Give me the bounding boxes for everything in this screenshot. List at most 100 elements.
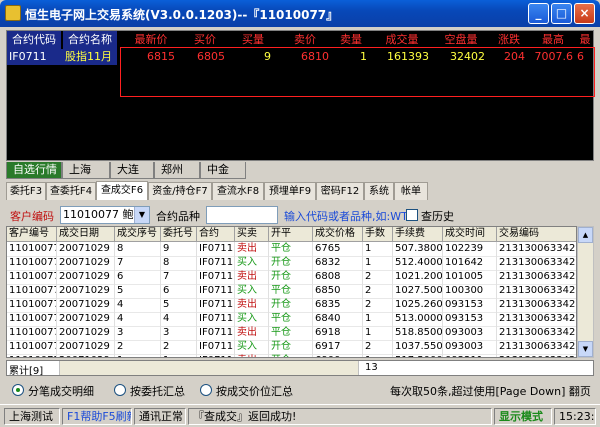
cell-trade-seq: 8 bbox=[115, 242, 161, 257]
col-contract[interactable]: 合约 bbox=[197, 227, 235, 242]
cell-side: 卖出 bbox=[235, 242, 269, 257]
cell-trade-time: 093153 bbox=[443, 312, 497, 327]
quote-header-cell[interactable]: 合约名称 bbox=[63, 31, 117, 49]
table-row[interactable]: 11010077 20071029 7 8 IF0711 买入 开仓 6832 1 512.400… bbox=[7, 256, 576, 271]
tab-order[interactable]: 委托F3 bbox=[6, 182, 46, 200]
history-checkbox[interactable] bbox=[406, 209, 418, 221]
status-mode[interactable]: 显示模式 bbox=[494, 408, 552, 425]
cell-trade-time: 093003 bbox=[443, 326, 497, 341]
cell-client-id: 11010077 bbox=[7, 270, 57, 285]
tab-password[interactable]: 密码F12 bbox=[316, 182, 364, 200]
radio-detail-label[interactable]: 分笔成交明细 bbox=[28, 383, 94, 399]
cell-trade-date: 20071029 bbox=[57, 354, 115, 357]
quote-panel[interactable]: 合约代码 合约名称 最新价 买价 买量 卖价 卖量 成交量 空盘量 涨跌 最高 … bbox=[6, 30, 595, 161]
radio-by-order-label[interactable]: 按委托汇总 bbox=[130, 383, 185, 399]
maximize-button[interactable]: □ bbox=[551, 3, 572, 24]
tab-zhengzhou[interactable]: 郑州 bbox=[154, 162, 200, 179]
vertical-scrollbar[interactable]: ▲ ▼ bbox=[577, 226, 594, 358]
cell-side: 买入 bbox=[235, 256, 269, 271]
col-order-no[interactable]: 委托号 bbox=[161, 227, 197, 242]
table-row[interactable]: 11010077 20071029 2 2 IF0711 买入 开仓 6917 2 1037.55… bbox=[7, 340, 576, 355]
cell-open-close: 开仓 bbox=[269, 256, 313, 271]
cell-contract: IF0711 bbox=[197, 340, 235, 355]
col-side[interactable]: 买卖 bbox=[235, 227, 269, 242]
cell-trade-date: 20071029 bbox=[57, 340, 115, 355]
table-row[interactable]: 11010077 20071029 8 9 IF0711 卖出 平仓 6765 1 507.380… bbox=[7, 242, 576, 257]
minimize-button[interactable]: _ bbox=[528, 3, 549, 24]
col-client-id[interactable]: 客户编号 bbox=[7, 227, 57, 242]
tab-funds-positions[interactable]: 资金/持仓F7 bbox=[148, 182, 212, 200]
tab-shanghai[interactable]: 上海 bbox=[62, 162, 110, 179]
chevron-down-icon[interactable]: ▼ bbox=[134, 207, 149, 223]
title-bar: 恒生电子网上交易系统(V3.0.0.1203)--『11010077』 _ □ … bbox=[0, 0, 600, 27]
col-trade-date[interactable]: 成交日期 bbox=[57, 227, 115, 242]
quote-highlight-box bbox=[120, 47, 595, 97]
scroll-up-icon[interactable]: ▲ bbox=[578, 227, 593, 243]
cell-trade-code: 213130063342 bbox=[497, 340, 576, 355]
radio-by-order[interactable] bbox=[114, 384, 126, 396]
table-row[interactable]: 11010077 20071029 5 6 IF0711 买入 平仓 6850 2 1027.50… bbox=[7, 284, 576, 299]
table-row[interactable]: 11010077 20071029 3 3 IF0711 卖出 平仓 6918 1 518.850… bbox=[7, 326, 576, 341]
cell-open-close: 平仓 bbox=[269, 326, 313, 341]
cell-open-close: 开仓 bbox=[269, 298, 313, 313]
tab-dalian[interactable]: 大连 bbox=[110, 162, 154, 179]
cell-trade-seq: 5 bbox=[115, 284, 161, 299]
trades-grid[interactable]: 客户编号 成交日期 成交序号 委托号 合约 买卖 开平 成交价格 手数 手续费 … bbox=[6, 226, 577, 358]
scroll-down-icon[interactable]: ▼ bbox=[578, 341, 593, 357]
summary-lots: 13 bbox=[365, 362, 378, 373]
cell-order-no: 4 bbox=[161, 312, 197, 327]
table-row[interactable]: 11010077 20071029 4 5 IF0711 卖出 开仓 6835 2 1025.26… bbox=[7, 298, 576, 313]
radio-detail[interactable] bbox=[12, 384, 24, 396]
close-button[interactable]: × bbox=[574, 3, 595, 24]
cell-fee: 507.3800 bbox=[393, 242, 443, 257]
radio-by-price[interactable] bbox=[200, 384, 212, 396]
tab-query-orders[interactable]: 查委托F4 bbox=[46, 182, 96, 200]
cell-client-id: 11010077 bbox=[7, 354, 57, 357]
cell-contract: IF0711 bbox=[197, 270, 235, 285]
cell-client-id: 11010077 bbox=[7, 284, 57, 299]
col-open-close[interactable]: 开平 bbox=[269, 227, 313, 242]
product-input[interactable] bbox=[206, 206, 278, 224]
tab-system[interactable]: 系统 bbox=[364, 182, 394, 200]
cell-contract: IF0711 bbox=[197, 326, 235, 341]
col-fee[interactable]: 手续费 bbox=[393, 227, 443, 242]
tab-preset-orders[interactable]: 预埋单F9 bbox=[264, 182, 316, 200]
cell-client-id: 11010077 bbox=[7, 256, 57, 271]
summary-mode-options: 分笔成交明细 按委托汇总 按成交价位汇总 每次取50条,超过使用[Page Do… bbox=[6, 381, 594, 401]
cell-side: 买入 bbox=[235, 284, 269, 299]
horizontal-scrollbar[interactable] bbox=[59, 361, 359, 375]
status-bar: 上海测试 F1帮助F5刷新 通讯正常 『查成交』返回成功! 显示模式 15:23… bbox=[0, 404, 600, 427]
cell-open-close: 开仓 bbox=[269, 340, 313, 355]
col-price[interactable]: 成交价格 bbox=[313, 227, 363, 242]
product-label: 合约品种 bbox=[156, 210, 200, 223]
cell-trade-seq: 2 bbox=[115, 340, 161, 355]
cell-price: 6835 bbox=[313, 298, 363, 313]
tab-watchlist[interactable]: 自选行情 bbox=[6, 162, 62, 179]
cell-trade-date: 20071029 bbox=[57, 298, 115, 313]
client-code-select[interactable]: 11010077 鲍鎏 ▼ bbox=[60, 206, 150, 224]
cell-lots: 2 bbox=[363, 270, 393, 285]
table-row[interactable]: 11010077 20071029 6 7 IF0711 卖出 开仓 6808 2 1021.20… bbox=[7, 270, 576, 285]
tab-statement[interactable]: 帐单 bbox=[394, 182, 428, 200]
tab-query-trades[interactable]: 查成交F6 bbox=[96, 181, 148, 200]
tab-cffex[interactable]: 中金 bbox=[200, 162, 246, 179]
cell-price: 6850 bbox=[313, 284, 363, 299]
cell-lots: 1 bbox=[363, 326, 393, 341]
cell-order-no: 6 bbox=[161, 284, 197, 299]
cell-trade-date: 20071029 bbox=[57, 270, 115, 285]
cell-trade-date: 20071029 bbox=[57, 256, 115, 271]
cell-trade-time: 100300 bbox=[443, 284, 497, 299]
table-row[interactable]: 11010077 20071029 4 4 IF0711 买入 平仓 6840 1 513.000… bbox=[7, 312, 576, 327]
summary-count: 累计[9] bbox=[9, 366, 44, 377]
radio-by-price-label[interactable]: 按成交价位汇总 bbox=[216, 383, 293, 399]
cell-trade-time: 101642 bbox=[443, 256, 497, 271]
col-trade-code[interactable]: 交易编码 bbox=[497, 227, 576, 242]
tab-query-flow[interactable]: 查流水F8 bbox=[212, 182, 264, 200]
quote-name: 股指11月 bbox=[65, 50, 112, 63]
window-title: 恒生电子网上交易系统(V3.0.0.1203)--『11010077』 bbox=[25, 8, 339, 22]
col-lots[interactable]: 手数 bbox=[363, 227, 393, 242]
col-trade-seq[interactable]: 成交序号 bbox=[115, 227, 161, 242]
table-row[interactable]: 110100772007102911IF0711卖出开仓69001517.500… bbox=[7, 354, 576, 357]
col-trade-time[interactable]: 成交时间 bbox=[443, 227, 497, 242]
quote-header-cell[interactable]: 合约代码 bbox=[7, 31, 61, 49]
